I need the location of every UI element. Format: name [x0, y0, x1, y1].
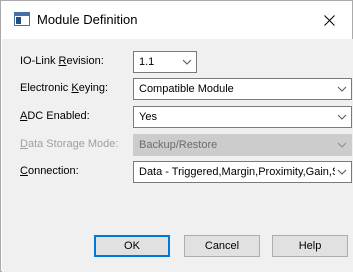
io-link-revision-value: 1.1: [139, 56, 155, 68]
data-storage-mode-value: Backup/Restore: [139, 139, 218, 151]
chevron-down-icon: [337, 169, 347, 175]
chevron-down-icon: [337, 86, 347, 92]
chevron-down-icon: [337, 142, 347, 148]
adc-enabled-label: ADC Enabled:: [20, 110, 90, 122]
row-io-link-revision: IO-Link Revision: 1.1: [2, 51, 353, 73]
connection-select[interactable]: Data - Triggered,Margin,Proximity,Gain,S: [133, 161, 352, 183]
ok-button[interactable]: OK: [94, 235, 170, 257]
adc-enabled-select[interactable]: Yes: [133, 106, 352, 128]
help-button[interactable]: Help: [272, 235, 348, 257]
window-icon: [14, 12, 30, 26]
close-icon: [323, 14, 335, 26]
row-adc-enabled: ADC Enabled: Yes: [2, 106, 353, 128]
data-storage-mode-label: Data Storage Mode:: [20, 138, 119, 150]
close-button[interactable]: [311, 6, 347, 34]
row-electronic-keying: Electronic Keying: Compatible Module: [2, 78, 353, 100]
io-link-revision-select[interactable]: 1.1: [133, 51, 197, 73]
electronic-keying-label: Electronic Keying:: [20, 82, 109, 94]
module-definition-dialog: Module Definition IO-Link Revision: 1.1 …: [0, 0, 353, 272]
data-storage-mode-select: Backup/Restore: [133, 134, 352, 156]
cancel-button[interactable]: Cancel: [184, 235, 260, 257]
dialog-title: Module Definition: [37, 12, 138, 27]
connection-label: Connection:: [20, 165, 79, 177]
chevron-down-icon: [182, 59, 192, 65]
row-data-storage-mode: Data Storage Mode: Backup/Restore: [2, 134, 353, 156]
adc-enabled-value: Yes: [139, 111, 157, 123]
io-link-revision-label: IO-Link Revision:: [20, 55, 104, 67]
electronic-keying-select[interactable]: Compatible Module: [133, 78, 352, 100]
connection-value: Data - Triggered,Margin,Proximity,Gain,S: [139, 166, 335, 178]
title-bar[interactable]: Module Definition: [1, 1, 352, 39]
row-connection: Connection: Data - Triggered,Margin,Prox…: [2, 161, 353, 183]
electronic-keying-value: Compatible Module: [139, 83, 234, 95]
chevron-down-icon: [337, 114, 347, 120]
dialog-body: IO-Link Revision: 1.1 Electronic Keying:…: [2, 39, 353, 272]
